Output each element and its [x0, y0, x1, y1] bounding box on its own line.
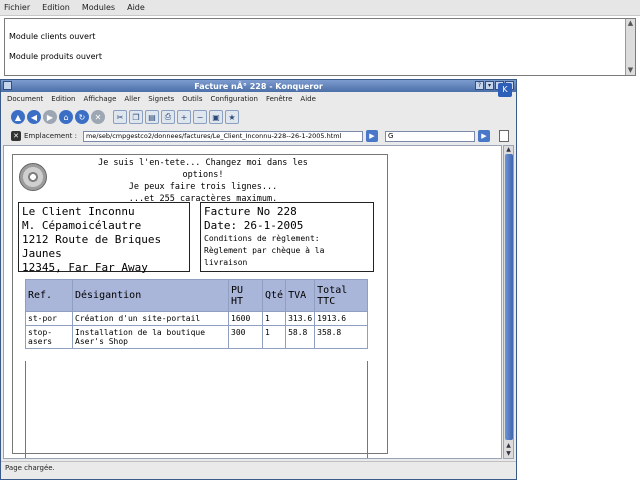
header-line: Je peux faire trois lignes...	[128, 182, 278, 192]
back-icon[interactable]: ◀	[27, 110, 41, 124]
cell-pu-ht: 1600	[229, 312, 262, 325]
menu-document[interactable]: Document	[7, 95, 43, 103]
bg-menubar: Fichier Edition Modules Aide	[0, 0, 640, 16]
bg-menu-aide[interactable]: Aide	[127, 3, 145, 12]
menu-outils[interactable]: Outils	[182, 95, 202, 103]
zoom-in-icon[interactable]: +	[177, 110, 191, 124]
konqueror-window: Facture nÂ° 228 - Konqueror ? ▾ ▴ × Docu…	[0, 79, 517, 480]
client-street: 1212 Route de Briques Jaunes	[22, 233, 162, 260]
invoice-lines-table: Ref. Désigantion PU HT Qté TVA Total TTC…	[25, 279, 368, 349]
invoice-date: Date: 26-1-2005	[204, 219, 304, 232]
menu-configuration[interactable]: Configuration	[210, 95, 257, 103]
menu-signets[interactable]: Signets	[148, 95, 174, 103]
cut-icon[interactable]: ✂	[113, 110, 127, 124]
cell-qte: 1	[263, 312, 286, 325]
scroll-up-icon[interactable]: ▲	[504, 442, 513, 450]
col-ref: Ref.	[26, 280, 72, 311]
scroll-up-icon[interactable]: ▲	[626, 19, 635, 28]
conditions-label: Conditions de règlement:	[204, 234, 320, 243]
client-city: 12345, Far Far Away	[22, 261, 148, 274]
client-address-box: Le Client Inconnu M. Cépamoicélautre 121…	[18, 202, 190, 274]
up-icon[interactable]: ▲	[11, 110, 25, 124]
invoice-header: Je suis l'en-tete... Changez moi dans le…	[83, 157, 323, 205]
copy-icon[interactable]: ❐	[129, 110, 143, 124]
menu-fenetre[interactable]: Fenêtre	[266, 95, 292, 103]
menu-aide[interactable]: Aide	[300, 95, 315, 103]
cell-designation: Installation de la boutique Aser's Shop	[73, 326, 228, 348]
search-input[interactable]: G	[384, 130, 475, 142]
scroll-down-icon[interactable]: ▼	[504, 450, 513, 458]
table-row: st-por Création d'un site-portail 1600 1…	[26, 312, 367, 325]
forward-icon[interactable]: ▶	[43, 110, 57, 124]
cell-total: 1913.6	[315, 312, 367, 325]
bg-menu-modules[interactable]: Modules	[82, 3, 115, 12]
cell-tva: 58.8	[286, 326, 315, 348]
invoice-page: Je suis l'en-tete... Changez moi dans le…	[12, 154, 388, 458]
lock-icon[interactable]: ▣	[209, 110, 223, 124]
log-line: Module produits ouvert	[9, 52, 102, 61]
log-scrollbar[interactable]: ▲ ▼	[625, 19, 635, 75]
scroll-down-icon[interactable]: ▼	[626, 66, 635, 75]
cell-pu-ht: 300	[229, 326, 262, 348]
scrollbar-thumb[interactable]	[505, 154, 513, 440]
menu-aller[interactable]: Aller	[124, 95, 140, 103]
go-icon[interactable]: ▶	[365, 130, 378, 142]
zoom-out-icon[interactable]: −	[193, 110, 207, 124]
cell-tva: 313.6	[286, 312, 315, 325]
log-line: Module clients ouvert	[9, 32, 96, 41]
bookmark-icon[interactable]: ★	[225, 110, 239, 124]
minimize-icon[interactable]: ▾	[485, 81, 494, 90]
col-pu-ht: PU HT	[229, 280, 262, 311]
message-log: Module clients ouvert Module produits ou…	[4, 18, 636, 76]
header-line: Je suis l'en-tete... Changez moi dans le…	[98, 158, 308, 180]
clear-location-icon[interactable]: ✕	[11, 131, 21, 141]
home-icon[interactable]: ⌂	[59, 110, 73, 124]
client-contact: M. Cépamoicélautre	[22, 219, 142, 232]
cell-ref: st-por	[26, 312, 72, 325]
cell-total: 358.8	[315, 326, 367, 348]
paste-icon[interactable]: ▤	[145, 110, 159, 124]
reload-icon[interactable]: ↻	[75, 110, 89, 124]
conditions-value: Règlement par chèque à la livraison	[204, 246, 325, 267]
window-title: Facture nÂ° 228 - Konqueror	[194, 81, 323, 91]
konqueror-toolbar: ▲ ◀ ▶ ⌂ ↻ ✕ ✂ ❐ ▤ ⎙ + − ▣ ★	[1, 106, 516, 128]
cell-ref: stop-asers	[26, 326, 72, 348]
stop-icon[interactable]: ✕	[91, 110, 105, 124]
invoice-number: Facture No 228	[204, 205, 297, 218]
konqueror-menubar: Document Edition Affichage Aller Signets…	[1, 93, 516, 105]
bg-menu-edition[interactable]: Edition	[42, 3, 70, 12]
table-header-row: Ref. Désigantion PU HT Qté TVA Total TTC	[26, 280, 367, 311]
table-empty-area	[25, 361, 368, 458]
bg-menu-fichier[interactable]: Fichier	[4, 3, 30, 12]
print-icon[interactable]: ⎙	[161, 110, 175, 124]
view-mode-icon[interactable]	[498, 130, 509, 142]
vertical-scrollbar[interactable]: ▲ ▲ ▼	[503, 145, 514, 459]
cell-designation: Création d'un site-portail	[73, 312, 228, 325]
window-menu-icon[interactable]	[3, 81, 12, 90]
client-name: Le Client Inconnu	[22, 205, 135, 218]
window-titlebar[interactable]: Facture nÂ° 228 - Konqueror ? ▾ ▴ ×	[1, 80, 516, 92]
location-bar: ✕ Emplacement : me/seb/cmpgestco2/donnee…	[1, 129, 516, 143]
col-tva: TVA	[286, 280, 315, 311]
col-designation: Désigantion	[73, 280, 228, 311]
col-total-ttc: Total TTC	[315, 280, 367, 311]
desktop: Fichier Edition Modules Aide Module clie…	[0, 0, 640, 480]
search-go-icon[interactable]: ▶	[477, 130, 490, 142]
invoice-info-box: Facture No 228 Date: 26-1-2005 Condition…	[200, 202, 374, 272]
table-row: stop-asers Installation de la boutique A…	[26, 326, 367, 348]
location-label: Emplacement :	[24, 132, 77, 140]
cell-qte: 1	[263, 326, 286, 348]
help-icon[interactable]: ?	[475, 81, 484, 90]
menu-affichage[interactable]: Affichage	[84, 95, 117, 103]
cd-logo-icon	[19, 163, 47, 191]
menu-edition[interactable]: Edition	[51, 95, 75, 103]
kde-logo-icon: K	[498, 83, 512, 97]
col-qte: Qté	[263, 280, 286, 311]
html-view[interactable]: Je suis l'en-tete... Changez moi dans le…	[3, 145, 502, 459]
location-input[interactable]: me/seb/cmpgestco2/donnees/factures/Le_Cl…	[82, 130, 363, 142]
scroll-up-icon[interactable]: ▲	[504, 146, 513, 154]
status-bar: Page chargée.	[1, 461, 516, 473]
